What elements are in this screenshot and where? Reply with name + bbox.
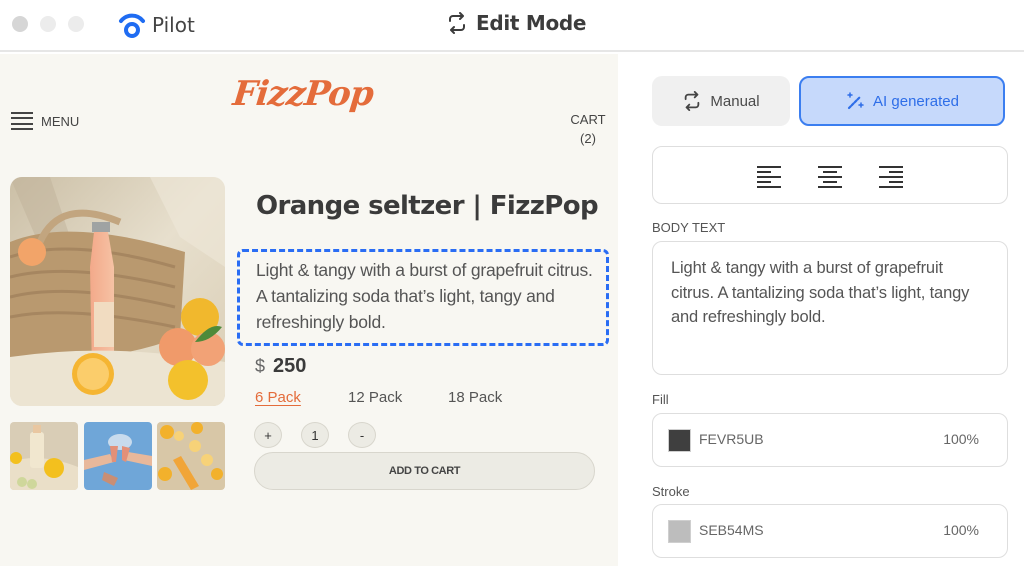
edit-mode-indicator[interactable]: Edit Mode xyxy=(446,11,586,35)
thumbnail-image xyxy=(10,422,78,490)
selected-description-block[interactable]: Light & tangy with a burst of grapefruit… xyxy=(237,249,609,346)
align-center-icon xyxy=(818,166,842,188)
align-right-icon xyxy=(879,166,903,188)
fill-color-swatch[interactable] xyxy=(668,429,691,452)
pack-option-18[interactable]: 18 Pack xyxy=(448,389,502,406)
thumbnail-image xyxy=(157,422,225,490)
window-titlebar: Pilot Edit Mode xyxy=(0,0,1024,52)
product-main-image[interactable] xyxy=(10,177,225,406)
window-close-button[interactable] xyxy=(12,16,28,32)
stroke-opacity[interactable]: 100% xyxy=(943,522,979,538)
product-thumbnail[interactable] xyxy=(84,422,152,490)
text-alignment-group xyxy=(652,146,1008,204)
align-left-icon xyxy=(757,166,781,188)
product-price: $ 250 xyxy=(255,355,306,378)
stroke-color-field[interactable]: SEB54MS 100% xyxy=(652,504,1008,558)
ai-generated-mode-label: AI generated xyxy=(873,92,959,110)
quantity-increase-button[interactable]: + xyxy=(254,422,282,448)
properties-panel: Manual AI generated BODY TEXT Light & ta… xyxy=(618,54,1024,566)
window-minimize-button[interactable] xyxy=(40,16,56,32)
quantity-decrease-button[interactable]: - xyxy=(348,422,376,448)
mode-label: Edit Mode xyxy=(476,11,587,35)
align-right-button[interactable] xyxy=(877,162,905,190)
product-description: Light & tangy with a burst of grapefruit… xyxy=(256,260,593,332)
stroke-color-swatch[interactable] xyxy=(668,520,691,543)
fill-color-field[interactable]: FEVR5UB 100% xyxy=(652,413,1008,467)
quantity-field[interactable]: 1 xyxy=(301,422,329,448)
menu-label: MENU xyxy=(41,113,80,129)
price-value: 250 xyxy=(273,355,307,377)
window-maximize-button[interactable] xyxy=(68,16,84,32)
product-thumbnail[interactable] xyxy=(157,422,225,490)
body-text-input[interactable]: Light & tangy with a burst of grapefruit… xyxy=(652,241,1008,375)
hamburger-icon xyxy=(11,112,33,130)
body-text-label: BODY TEXT xyxy=(652,220,726,235)
product-thumbnail[interactable] xyxy=(10,422,78,490)
fill-opacity[interactable]: 100% xyxy=(943,431,979,447)
thumbnail-image xyxy=(84,422,152,490)
add-to-cart-button[interactable]: ADD TO CART xyxy=(254,452,595,490)
align-left-button[interactable] xyxy=(755,162,783,190)
product-photo xyxy=(10,177,225,406)
cart-button[interactable]: CART (2) xyxy=(566,110,610,148)
pack-option-6[interactable]: 6 Pack xyxy=(255,389,301,406)
repeat-arrows-icon xyxy=(449,12,465,34)
stroke-label: Stroke xyxy=(652,484,690,499)
repeat-arrows-icon xyxy=(685,91,700,111)
app-name: Pilot xyxy=(152,13,195,37)
magic-wand-icon xyxy=(847,92,864,110)
menu-button[interactable]: MENU xyxy=(11,112,79,130)
manual-mode-label: Manual xyxy=(710,92,760,110)
stroke-color-code: SEB54MS xyxy=(699,522,764,538)
pack-option-12[interactable]: 12 Pack xyxy=(348,389,402,406)
cart-label: CART xyxy=(570,112,606,127)
pilot-logo-icon xyxy=(119,13,145,38)
product-title[interactable]: Orange seltzer | FizzPop xyxy=(256,191,599,221)
manual-mode-button[interactable]: Manual xyxy=(652,76,790,126)
fill-color-code: FEVR5UB xyxy=(699,431,764,447)
cart-count: (2) xyxy=(580,131,596,146)
store-preview: FizzPop MENU CART (2) Orange seltzer | F… xyxy=(0,54,618,566)
ai-generated-mode-button[interactable]: AI generated xyxy=(799,76,1005,126)
currency-symbol: $ xyxy=(255,356,266,376)
fill-label: Fill xyxy=(652,392,669,407)
brand-logo[interactable]: FizzPop xyxy=(231,74,375,114)
align-center-button[interactable] xyxy=(816,162,844,190)
